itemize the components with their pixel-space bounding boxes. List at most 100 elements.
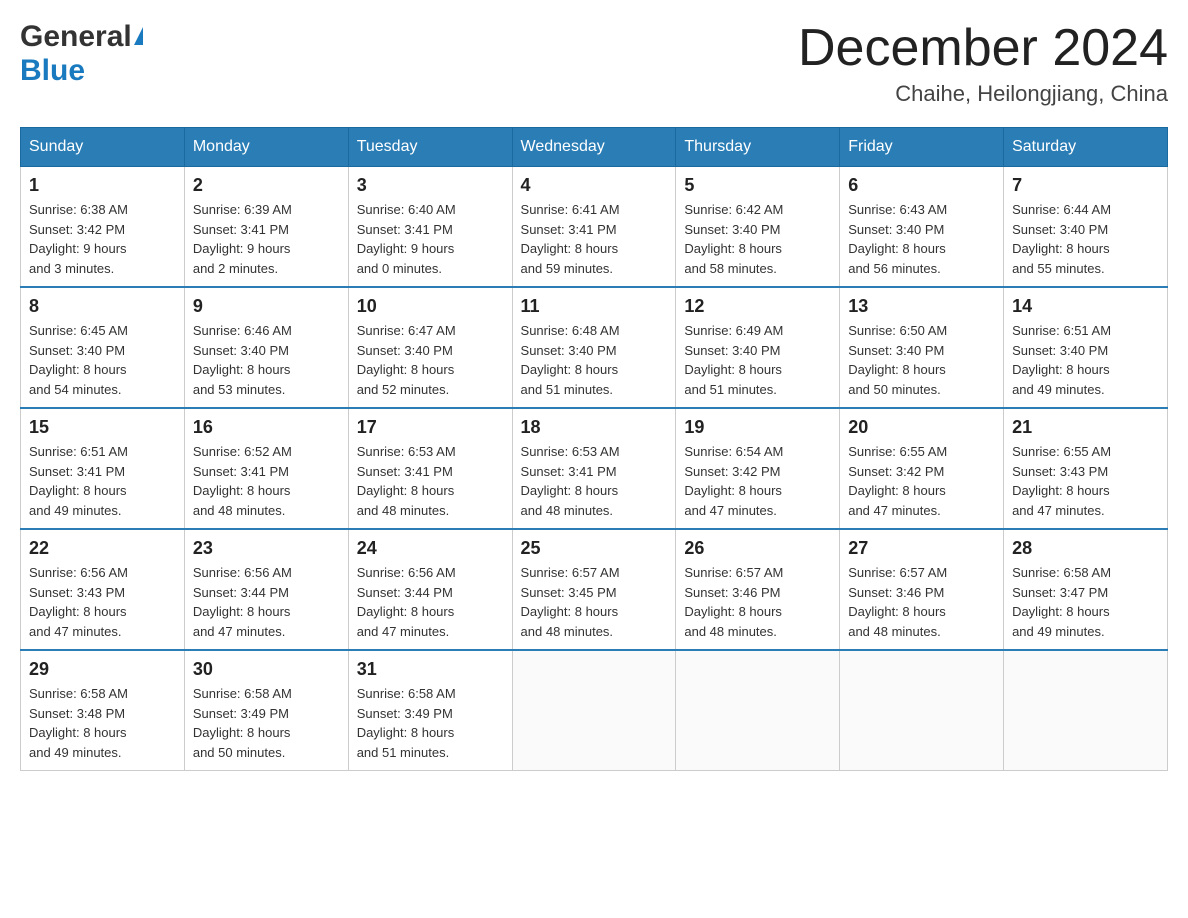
month-year-title: December 2024 <box>798 20 1168 77</box>
day-cell-15: 15 Sunrise: 6:51 AMSunset: 3:41 PMDayligh… <box>21 408 185 529</box>
day-number: 10 <box>357 296 504 317</box>
day-number: 27 <box>848 538 995 559</box>
week-row-3: 15 Sunrise: 6:51 AMSunset: 3:41 PMDayligh… <box>21 408 1168 529</box>
day-cell-23: 23 Sunrise: 6:56 AMSunset: 3:44 PMDayligh… <box>184 529 348 650</box>
logo-general-text: General <box>20 20 132 54</box>
day-number: 6 <box>848 175 995 196</box>
header-sunday: Sunday <box>21 128 185 167</box>
day-number: 29 <box>29 659 176 680</box>
day-cell-20: 20 Sunrise: 6:55 AMSunset: 3:42 PMDayligh… <box>840 408 1004 529</box>
day-cell-30: 30 Sunrise: 6:58 AMSunset: 3:49 PMDayligh… <box>184 650 348 771</box>
day-info: Sunrise: 6:42 AMSunset: 3:40 PMDaylight:… <box>684 200 831 278</box>
page-header: General Blue December 2024 Chaihe, Heilo… <box>20 20 1168 107</box>
day-number: 7 <box>1012 175 1159 196</box>
day-cell-1: 1Sunrise: 6:38 AMSunset: 3:42 PMDaylight… <box>21 167 185 288</box>
week-row-5: 29 Sunrise: 6:58 AMSunset: 3:48 PMDayligh… <box>21 650 1168 771</box>
day-info: Sunrise: 6:55 AMSunset: 3:43 PMDaylight:… <box>1012 442 1159 520</box>
day-info: Sunrise: 6:51 AMSunset: 3:41 PMDaylight:… <box>29 442 176 520</box>
day-number: 16 <box>193 417 340 438</box>
day-info: Sunrise: 6:54 AMSunset: 3:42 PMDaylight:… <box>684 442 831 520</box>
week-row-1: 1Sunrise: 6:38 AMSunset: 3:42 PMDaylight… <box>21 167 1168 288</box>
day-number: 2 <box>193 175 340 196</box>
day-number: 9 <box>193 296 340 317</box>
day-number: 19 <box>684 417 831 438</box>
day-info: Sunrise: 6:57 AMSunset: 3:46 PMDaylight:… <box>684 563 831 641</box>
day-info: Sunrise: 6:56 AMSunset: 3:44 PMDaylight:… <box>193 563 340 641</box>
day-info: Sunrise: 6:49 AMSunset: 3:40 PMDaylight:… <box>684 321 831 399</box>
day-info: Sunrise: 6:47 AMSunset: 3:40 PMDaylight:… <box>357 321 504 399</box>
day-number: 8 <box>29 296 176 317</box>
day-info: Sunrise: 6:44 AMSunset: 3:40 PMDaylight:… <box>1012 200 1159 278</box>
day-info: Sunrise: 6:43 AMSunset: 3:40 PMDaylight:… <box>848 200 995 278</box>
day-number: 5 <box>684 175 831 196</box>
day-number: 18 <box>521 417 668 438</box>
day-cell-10: 10 Sunrise: 6:47 AMSunset: 3:40 PMDayligh… <box>348 287 512 408</box>
day-cell-12: 12 Sunrise: 6:49 AMSunset: 3:40 PMDayligh… <box>676 287 840 408</box>
day-cell-9: 9Sunrise: 6:46 AMSunset: 3:40 PMDaylight… <box>184 287 348 408</box>
day-info: Sunrise: 6:40 AMSunset: 3:41 PMDaylight:… <box>357 200 504 278</box>
day-number: 22 <box>29 538 176 559</box>
day-cell-2: 2 Sunrise: 6:39 AMSunset: 3:41 PMDaylight… <box>184 167 348 288</box>
day-cell-6: 6 Sunrise: 6:43 AMSunset: 3:40 PMDaylight… <box>840 167 1004 288</box>
day-cell-11: 11Sunrise: 6:48 AMSunset: 3:40 PMDayligh… <box>512 287 676 408</box>
header-saturday: Saturday <box>1004 128 1168 167</box>
week-row-4: 22 Sunrise: 6:56 AMSunset: 3:43 PMDayligh… <box>21 529 1168 650</box>
day-info: Sunrise: 6:55 AMSunset: 3:42 PMDaylight:… <box>848 442 995 520</box>
header-thursday: Thursday <box>676 128 840 167</box>
day-number: 4 <box>521 175 668 196</box>
location-subtitle: Chaihe, Heilongjiang, China <box>798 81 1168 107</box>
day-info: Sunrise: 6:58 AMSunset: 3:49 PMDaylight:… <box>193 684 340 762</box>
day-info: Sunrise: 6:50 AMSunset: 3:40 PMDaylight:… <box>848 321 995 399</box>
day-cell-28: 28Sunrise: 6:58 AMSunset: 3:47 PMDayligh… <box>1004 529 1168 650</box>
header-wednesday: Wednesday <box>512 128 676 167</box>
day-cell-16: 16 Sunrise: 6:52 AMSunset: 3:41 PMDayligh… <box>184 408 348 529</box>
day-number: 14 <box>1012 296 1159 317</box>
day-number: 25 <box>521 538 668 559</box>
day-cell-24: 24Sunrise: 6:56 AMSunset: 3:44 PMDayligh… <box>348 529 512 650</box>
day-info: Sunrise: 6:53 AMSunset: 3:41 PMDaylight:… <box>357 442 504 520</box>
day-info: Sunrise: 6:56 AMSunset: 3:44 PMDaylight:… <box>357 563 504 641</box>
logo: General Blue <box>20 20 143 88</box>
calendar-header-row: SundayMondayTuesdayWednesdayThursdayFrid… <box>21 128 1168 167</box>
day-cell-29: 29 Sunrise: 6:58 AMSunset: 3:48 PMDayligh… <box>21 650 185 771</box>
day-cell-25: 25 Sunrise: 6:57 AMSunset: 3:45 PMDayligh… <box>512 529 676 650</box>
day-info: Sunrise: 6:58 AMSunset: 3:49 PMDaylight:… <box>357 684 504 762</box>
logo-blue-text: Blue <box>20 54 85 88</box>
day-number: 17 <box>357 417 504 438</box>
day-number: 20 <box>848 417 995 438</box>
day-info: Sunrise: 6:41 AMSunset: 3:41 PMDaylight:… <box>521 200 668 278</box>
day-cell-5: 5 Sunrise: 6:42 AMSunset: 3:40 PMDaylight… <box>676 167 840 288</box>
day-info: Sunrise: 6:52 AMSunset: 3:41 PMDaylight:… <box>193 442 340 520</box>
day-cell-31: 31 Sunrise: 6:58 AMSunset: 3:49 PMDayligh… <box>348 650 512 771</box>
day-cell-empty <box>1004 650 1168 771</box>
day-info: Sunrise: 6:56 AMSunset: 3:43 PMDaylight:… <box>29 563 176 641</box>
day-number: 26 <box>684 538 831 559</box>
day-number: 30 <box>193 659 340 680</box>
day-number: 31 <box>357 659 504 680</box>
day-info: Sunrise: 6:53 AMSunset: 3:41 PMDaylight:… <box>521 442 668 520</box>
day-number: 3 <box>357 175 504 196</box>
title-section: December 2024 Chaihe, Heilongjiang, Chin… <box>798 20 1168 107</box>
day-number: 15 <box>29 417 176 438</box>
day-cell-3: 3 Sunrise: 6:40 AMSunset: 3:41 PMDaylight… <box>348 167 512 288</box>
header-monday: Monday <box>184 128 348 167</box>
day-cell-17: 17 Sunrise: 6:53 AMSunset: 3:41 PMDayligh… <box>348 408 512 529</box>
day-cell-8: 8Sunrise: 6:45 AMSunset: 3:40 PMDaylight… <box>21 287 185 408</box>
day-info: Sunrise: 6:58 AMSunset: 3:48 PMDaylight:… <box>29 684 176 762</box>
day-cell-empty <box>676 650 840 771</box>
day-cell-19: 19 Sunrise: 6:54 AMSunset: 3:42 PMDayligh… <box>676 408 840 529</box>
day-number: 23 <box>193 538 340 559</box>
day-cell-27: 27Sunrise: 6:57 AMSunset: 3:46 PMDayligh… <box>840 529 1004 650</box>
day-info: Sunrise: 6:57 AMSunset: 3:45 PMDaylight:… <box>521 563 668 641</box>
day-number: 12 <box>684 296 831 317</box>
header-tuesday: Tuesday <box>348 128 512 167</box>
day-number: 1 <box>29 175 176 196</box>
header-friday: Friday <box>840 128 1004 167</box>
day-cell-18: 18 Sunrise: 6:53 AMSunset: 3:41 PMDayligh… <box>512 408 676 529</box>
day-cell-22: 22 Sunrise: 6:56 AMSunset: 3:43 PMDayligh… <box>21 529 185 650</box>
day-cell-empty <box>512 650 676 771</box>
day-info: Sunrise: 6:39 AMSunset: 3:41 PMDaylight:… <box>193 200 340 278</box>
day-cell-empty <box>840 650 1004 771</box>
day-number: 13 <box>848 296 995 317</box>
day-number: 21 <box>1012 417 1159 438</box>
